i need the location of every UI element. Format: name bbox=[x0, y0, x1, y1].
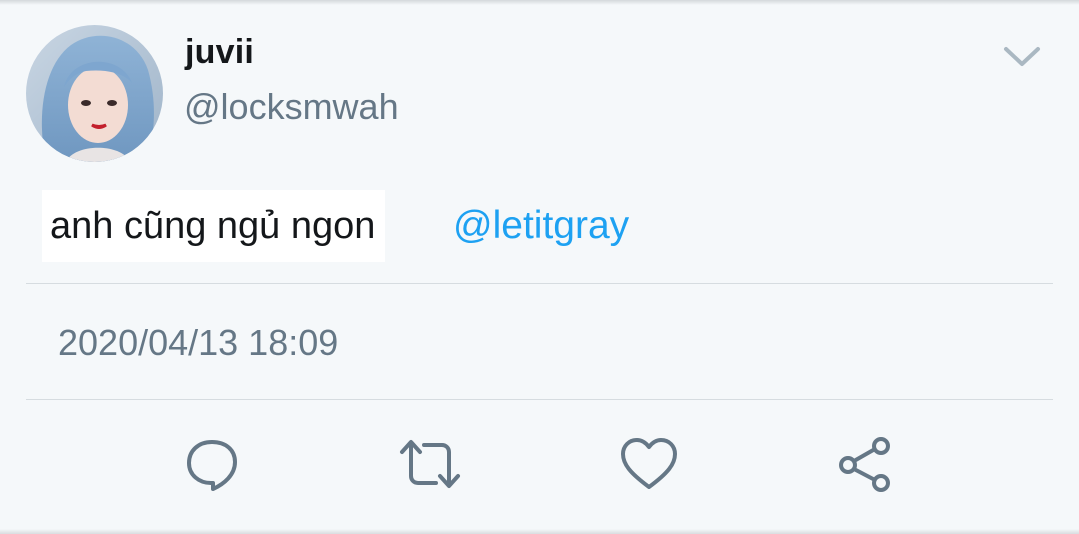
like-button[interactable] bbox=[619, 434, 679, 494]
top-shadow bbox=[0, 0, 1079, 5]
share-button[interactable] bbox=[836, 434, 896, 494]
divider bbox=[26, 399, 1053, 400]
reply-icon bbox=[184, 436, 240, 492]
tweet-card: juvii @locksmwah anh cũng ngủ ngon @leti… bbox=[0, 0, 1079, 534]
chevron-down-icon[interactable] bbox=[1003, 44, 1041, 70]
reply-button[interactable] bbox=[182, 434, 242, 494]
avatar[interactable] bbox=[26, 25, 163, 162]
mention-link[interactable]: @letitgray bbox=[453, 204, 629, 248]
display-name[interactable]: juvii bbox=[185, 33, 254, 72]
heart-icon bbox=[620, 437, 678, 491]
divider bbox=[26, 283, 1053, 284]
share-icon bbox=[836, 436, 896, 492]
bottom-border bbox=[0, 529, 1079, 534]
tweet-timestamp[interactable]: 2020/04/13 18:09 bbox=[58, 322, 338, 364]
retweet-icon bbox=[398, 436, 462, 492]
user-handle[interactable]: @locksmwah bbox=[184, 86, 399, 128]
tweet-text: anh cũng ngủ ngon bbox=[42, 190, 386, 262]
retweet-button[interactable] bbox=[400, 434, 460, 494]
